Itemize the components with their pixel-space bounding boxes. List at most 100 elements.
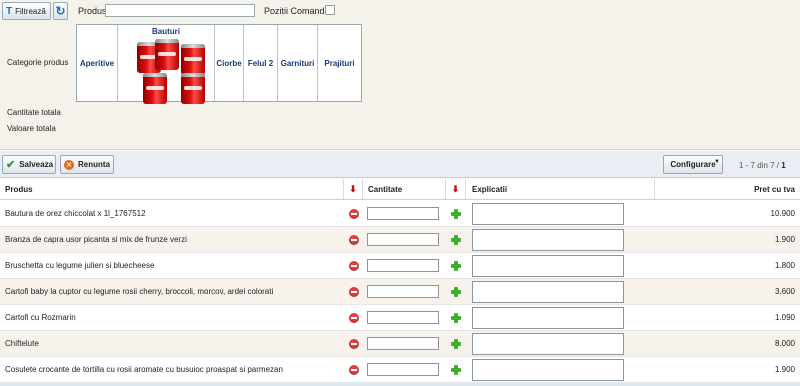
table-row: Cosulete crocante de tortilla cu rosii a… — [0, 357, 800, 383]
chevron-down-icon: ▼ — [714, 159, 720, 165]
filter-button-label: Filtrează — [15, 6, 46, 16]
sort-arrow-icon[interactable]: ⬇ — [446, 179, 466, 199]
filter-panel: T Filtrează ↻ Produs Pozitii Comanda Cat… — [0, 0, 800, 150]
plus-icon[interactable] — [451, 364, 461, 375]
product-name: Cartofi baby la cuptor cu legume rosii c… — [5, 287, 274, 296]
quantity-input[interactable] — [367, 259, 439, 272]
quantity-input[interactable] — [367, 311, 439, 324]
table-row: Cartofi cu Rozmarin 1.090 — [0, 305, 800, 331]
pager-range: 1 - 7 din 7 / — [739, 161, 780, 170]
table-row: Bruschetta cu legume julien si bluechees… — [0, 253, 800, 279]
quantity-input[interactable] — [367, 233, 439, 246]
price: 1.090 — [774, 313, 795, 322]
filter-icon: T — [6, 5, 13, 17]
product-name: Cartofi cu Rozmarin — [5, 313, 76, 322]
plus-icon[interactable] — [451, 260, 461, 271]
minus-icon[interactable] — [348, 208, 359, 219]
produs-input[interactable] — [105, 4, 255, 17]
table-row: Chiftelute 8.000 — [0, 331, 800, 357]
product-name: Bautura de orez chiccolat x 1l_1767512 — [5, 209, 146, 218]
column-explicatii[interactable]: Explicatii — [466, 179, 655, 199]
column-pret[interactable]: Pret cu tva — [655, 179, 800, 199]
coca-cola-cans-image — [125, 36, 207, 104]
table-body: Bautura de orez chiccolat x 1l_1767512 1… — [0, 201, 800, 383]
table-row: Branza de capra usor picanta si mix de f… — [0, 227, 800, 253]
filter-button[interactable]: T Filtrează — [2, 2, 51, 20]
price: 1.900 — [774, 235, 795, 244]
categorie-produs-label: Categorie produs — [7, 58, 69, 67]
price: 3.600 — [774, 287, 795, 296]
price: 10.900 — [770, 209, 795, 218]
column-produs[interactable]: Produs — [0, 179, 344, 199]
save-button[interactable]: ✔ Salveaza — [2, 155, 56, 174]
minus-icon[interactable] — [348, 234, 359, 245]
category-prajituri[interactable]: Prajituri — [318, 25, 361, 101]
quantity-input[interactable] — [367, 285, 439, 298]
category-bauturi[interactable]: Bauturi — [118, 25, 215, 104]
pager: 1 - 7 din 7 / 1 — [739, 161, 786, 170]
explicatii-textarea[interactable] — [472, 358, 624, 381]
valoare-totala-label: Valoare totala — [7, 124, 56, 133]
column-label: Cantitate — [368, 184, 403, 194]
plus-icon[interactable] — [451, 234, 461, 245]
toolbar: ✔ Salveaza ✕ Renunta Configurare ▼ 1 - 7… — [0, 151, 800, 178]
table-row: Bautura de orez chiccolat x 1l_1767512 1… — [0, 201, 800, 227]
minus-icon[interactable] — [348, 338, 359, 349]
minus-icon[interactable] — [348, 364, 359, 375]
save-button-label: Salveaza — [19, 160, 54, 169]
category-selector: Aperitive Bauturi Ciorbe Felul 2 Garnitu… — [76, 24, 362, 104]
column-cantitate[interactable]: Cantitate — [363, 179, 446, 199]
horizontal-scrollbar[interactable] — [0, 382, 800, 386]
quantity-input[interactable] — [367, 363, 439, 376]
sort-arrow-icon[interactable]: ⬇ — [344, 179, 363, 199]
pozitii-comanda-label: Pozitii Comanda — [264, 6, 330, 16]
product-name: Branza de capra usor picanta si mix de f… — [5, 235, 187, 244]
table-row: Cartofi baby la cuptor cu legume rosii c… — [0, 279, 800, 305]
category-label: Bauturi — [152, 27, 180, 36]
plus-icon[interactable] — [451, 208, 461, 219]
refresh-icon[interactable]: ↻ — [53, 2, 68, 20]
category-label: Ciorbe — [216, 58, 242, 68]
product-name: Chiftelute — [5, 339, 39, 348]
table-header: Produs ⬇ Cantitate ⬇ Explicatii Pret cu … — [0, 179, 800, 200]
plus-icon[interactable] — [451, 286, 461, 297]
explicatii-textarea[interactable] — [472, 306, 624, 329]
category-label: Felul 2 — [247, 58, 274, 68]
checkmark-icon: ✔ — [6, 159, 16, 171]
cantitate-totala-label: Cantitate totala — [7, 108, 61, 117]
category-label: Garnituri — [280, 58, 315, 68]
configure-button[interactable]: Configurare ▼ — [663, 155, 723, 174]
category-garnituri[interactable]: Garnituri — [278, 25, 318, 101]
minus-icon[interactable] — [348, 260, 359, 271]
category-label: Prajituri — [324, 58, 355, 68]
explicatii-textarea[interactable] — [472, 254, 624, 277]
cancel-button[interactable]: ✕ Renunta — [60, 155, 114, 174]
minus-icon[interactable] — [348, 312, 359, 323]
cancel-icon: ✕ — [64, 159, 74, 170]
produs-label: Produs — [78, 6, 107, 16]
explicatii-textarea[interactable] — [472, 332, 624, 355]
minus-icon[interactable] — [348, 286, 359, 297]
price: 1.800 — [774, 261, 795, 270]
column-label: Explicatii — [472, 184, 508, 194]
quantity-input[interactable] — [367, 337, 439, 350]
quantity-input[interactable] — [367, 207, 439, 220]
product-name: Bruschetta cu legume julien si bluechees… — [5, 261, 155, 270]
price: 8.000 — [774, 339, 795, 348]
pozitii-comanda-checkbox[interactable] — [325, 5, 335, 15]
category-label: Aperitive — [79, 58, 115, 68]
explicatii-textarea[interactable] — [472, 280, 624, 303]
cancel-button-label: Renunta — [78, 160, 110, 169]
plus-icon[interactable] — [451, 338, 461, 349]
column-label: Pret cu tva — [754, 184, 795, 194]
product-name: Cosulete crocante de tortilla cu rosii a… — [5, 365, 283, 374]
category-ciorbe[interactable]: Ciorbe — [215, 25, 244, 101]
explicatii-textarea[interactable] — [472, 228, 624, 251]
configure-button-label: Configurare — [670, 160, 716, 169]
category-aperitive[interactable]: Aperitive — [77, 25, 118, 101]
pager-page: 1 — [781, 161, 786, 170]
category-felul-2[interactable]: Felul 2 — [244, 25, 278, 101]
plus-icon[interactable] — [451, 312, 461, 323]
explicatii-textarea[interactable] — [472, 202, 624, 225]
price: 1.900 — [774, 365, 795, 374]
